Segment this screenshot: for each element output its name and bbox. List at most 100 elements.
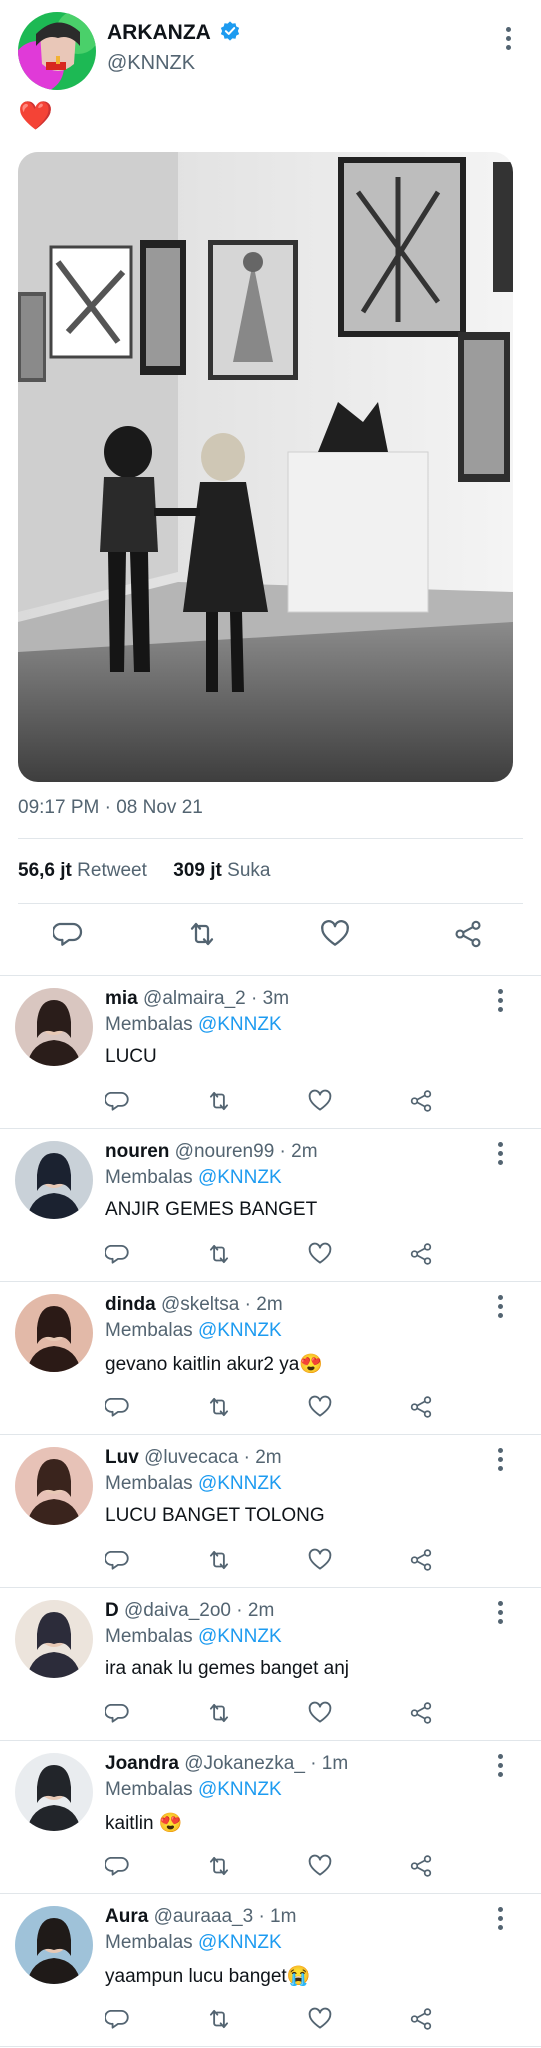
reply-avatar[interactable] [15, 1141, 93, 1219]
reply-author-handle[interactable]: @nouren99 [175, 1141, 275, 1162]
reply-author-name[interactable]: Luv [105, 1447, 139, 1468]
reply-text: LUCU BANGET TOLONG [105, 1505, 325, 1527]
retweet-label[interactable]: Retweet [77, 860, 147, 881]
speech-bubble-icon[interactable] [104, 1700, 135, 1730]
retweet-icon[interactable] [206, 1241, 236, 1271]
share-icon[interactable] [408, 1088, 438, 1118]
reply-item[interactable]: nouren @nouren99 · 2m Membalas @KNNZK ANJI… [0, 1129, 541, 1282]
more-vertical-icon[interactable] [488, 1902, 512, 1934]
speech-bubble-icon[interactable] [104, 1394, 135, 1424]
speech-bubble-icon[interactable] [51, 918, 93, 958]
reply-avatar[interactable] [15, 1600, 93, 1678]
reply-author-handle[interactable]: @auraaa_3 [154, 1906, 254, 1927]
heart-outline-icon[interactable] [307, 1088, 337, 1118]
heart-outline-icon[interactable] [307, 1547, 337, 1577]
reply-item[interactable]: dinda @skeltsa · 2m Membalas @KNNZK gevano… [0, 1282, 541, 1435]
share-icon[interactable] [408, 1547, 438, 1577]
share-icon[interactable] [408, 1394, 438, 1424]
author-name[interactable]: ARKANZA [107, 21, 211, 44]
retweet-icon[interactable] [206, 1700, 236, 1730]
reply-avatar[interactable] [15, 1906, 93, 1984]
reply-author-handle[interactable]: @almaira_2 [143, 988, 246, 1009]
replying-to-prefix: Membalas [105, 1320, 193, 1341]
reply-author-name[interactable]: Joandra [105, 1753, 179, 1774]
retweet-icon[interactable] [206, 1394, 236, 1424]
like-count[interactable]: 309 jt [173, 860, 222, 881]
replying-to-link[interactable]: @KNNZK [198, 1014, 282, 1035]
reply-text-content: yaampun lucu banget [105, 1966, 287, 1987]
retweet-count[interactable]: 56,6 jt [18, 860, 72, 881]
replying-to: Membalas @KNNZK [105, 1626, 282, 1648]
replying-to-link[interactable]: @KNNZK [198, 1932, 282, 1953]
share-icon[interactable] [452, 918, 492, 958]
replying-to-link[interactable]: @KNNZK [198, 1167, 282, 1188]
reply-action-bar [104, 1088, 445, 1118]
heart-outline-icon[interactable] [319, 918, 359, 958]
reply-author-handle[interactable]: @Jokanezka_ [184, 1753, 305, 1774]
retweet-icon[interactable] [206, 1853, 236, 1883]
heart-outline-icon[interactable] [307, 1853, 337, 1883]
reply-avatar[interactable] [15, 1294, 93, 1372]
tweet-photo[interactable] [18, 152, 513, 782]
retweet-icon[interactable] [206, 1547, 236, 1577]
speech-bubble-icon[interactable] [104, 1088, 135, 1118]
more-vertical-icon[interactable] [488, 1290, 512, 1322]
tweet-stats: 56,6 jt Retweet 309 jt Suka [18, 860, 270, 882]
reply-text-content: kaitlin [105, 1813, 159, 1834]
reply-time: · 2m [244, 1294, 283, 1315]
heart-outline-icon[interactable] [307, 1241, 337, 1271]
reply-action-bar [104, 2006, 445, 2036]
speech-bubble-icon[interactable] [104, 2006, 135, 2036]
reply-time: · 2m [279, 1141, 318, 1162]
more-vertical-icon[interactable] [488, 1443, 512, 1475]
reply-avatar[interactable] [15, 1447, 93, 1525]
retweet-icon[interactable] [186, 918, 226, 958]
speech-bubble-icon[interactable] [104, 1547, 135, 1577]
share-icon[interactable] [408, 2006, 438, 2036]
reply-author-handle[interactable]: @luvecaca [144, 1447, 238, 1468]
reply-author-handle[interactable]: @skeltsa [161, 1294, 239, 1315]
reply-item[interactable]: Joandra @Jokanezka_ · 1m Membalas @KNNZK k… [0, 1741, 541, 1894]
more-vertical-icon[interactable] [488, 984, 512, 1016]
more-vertical-icon[interactable] [496, 22, 520, 54]
share-icon[interactable] [408, 1853, 438, 1883]
reply-author-handle[interactable]: @daiva_2o0 [124, 1600, 231, 1621]
retweet-icon[interactable] [206, 1088, 236, 1118]
reply-avatar[interactable] [15, 988, 93, 1066]
reply-action-bar [104, 1853, 445, 1883]
share-icon[interactable] [408, 1241, 438, 1271]
replying-to-prefix: Membalas [105, 1779, 193, 1800]
heart-outline-icon[interactable] [307, 2006, 337, 2036]
reply-author-name[interactable]: Aura [105, 1906, 148, 1927]
reply-item[interactable]: Aura @auraaa_3 · 1m Membalas @KNNZK yaampu… [0, 1894, 541, 2047]
replying-to-link[interactable]: @KNNZK [198, 1779, 282, 1800]
speech-bubble-icon[interactable] [104, 1241, 135, 1271]
reply-author-name[interactable]: dinda [105, 1294, 156, 1315]
reply-author-name[interactable]: mia [105, 988, 138, 1009]
more-vertical-icon[interactable] [488, 1596, 512, 1628]
retweet-icon[interactable] [206, 2006, 236, 2036]
author-avatar[interactable] [18, 12, 96, 90]
reply-emoji: 😍 [299, 1354, 324, 1375]
replying-to-prefix: Membalas [105, 1014, 193, 1035]
replying-to-link[interactable]: @KNNZK [198, 1626, 282, 1647]
speech-bubble-icon[interactable] [104, 1853, 135, 1883]
heart-outline-icon[interactable] [307, 1700, 337, 1730]
reply-text: gevano kaitlin akur2 ya😍 [105, 1352, 323, 1376]
replying-to-link[interactable]: @KNNZK [198, 1320, 282, 1341]
reply-item[interactable]: mia @almaira_2 · 3m Membalas @KNNZK LUCU [0, 976, 541, 1129]
reply-author-name[interactable]: nouren [105, 1141, 169, 1162]
reply-time: · 1m [258, 1906, 297, 1927]
reply-item[interactable]: D @daiva_2o0 · 2m Membalas @KNNZK ira anak… [0, 1588, 541, 1741]
reply-author-name[interactable]: D [105, 1600, 119, 1621]
replying-to-link[interactable]: @KNNZK [198, 1473, 282, 1494]
reply-item[interactable]: Luv @luvecaca · 2m Membalas @KNNZK LUCU BA… [0, 1435, 541, 1588]
more-vertical-icon[interactable] [488, 1749, 512, 1781]
like-label[interactable]: Suka [227, 860, 270, 881]
reply-text-content: gevano kaitlin akur2 ya [105, 1354, 300, 1375]
reply-avatar[interactable] [15, 1753, 93, 1831]
heart-outline-icon[interactable] [307, 1394, 337, 1424]
more-vertical-icon[interactable] [488, 1137, 512, 1169]
author-handle[interactable]: @KNNZK [107, 52, 195, 75]
share-icon[interactable] [408, 1700, 438, 1730]
